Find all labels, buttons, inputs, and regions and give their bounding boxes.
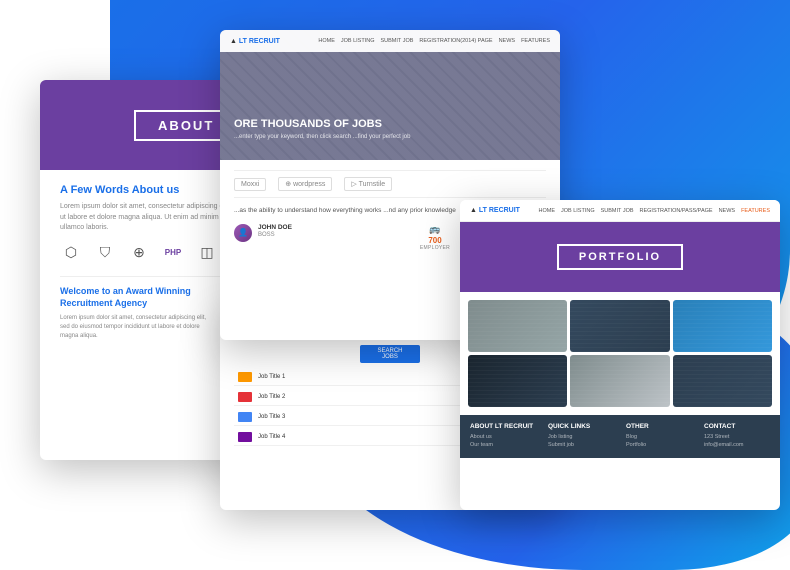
- job-logo-2: [238, 392, 252, 402]
- partner-turnstile: ▷ Turnstile: [344, 177, 392, 191]
- hero-nav-logo: ▲ LT RECRUIT: [230, 38, 280, 45]
- hero-stat-1: 🚌 700 EMPLOYER: [416, 224, 454, 251]
- footer-col-links: QUICK LINKS Job listing Submit job: [548, 423, 614, 450]
- partner-logos: Moxxi ⊕ wordpress ▷ Turnstile: [234, 170, 546, 198]
- search-jobs-button[interactable]: SEARCH JOBS: [360, 345, 420, 363]
- footer-contact-item-2: info@email.com: [704, 442, 770, 448]
- testimonial-role: BOSS: [258, 231, 292, 240]
- port-nav-submit[interactable]: SUBMIT JOB: [601, 208, 634, 214]
- hero-navbar: ▲ LT RECRUIT HOME JOB LISTING SUBMIT JOB…: [220, 30, 560, 52]
- portfolio-thumb-5[interactable]: [570, 355, 669, 407]
- hero-stat-1-num: 700: [416, 236, 454, 245]
- portfolio-logo-text: LT RECRUIT: [479, 207, 520, 214]
- wordpress-icon: ⊕: [128, 244, 150, 262]
- screenshots-container: ABOUT US A Few Words About us Lorem ipsu…: [0, 0, 790, 540]
- card-portfolio: ▲ LT RECRUIT HOME JOB LISTING SUBMIT JOB…: [460, 200, 780, 510]
- footer-other-item-1: Blog: [626, 434, 692, 440]
- portfolio-badge: PORTFOLIO: [557, 244, 683, 270]
- port-nav-reg[interactable]: REGISTRATION/PASS/PAGE: [640, 208, 713, 214]
- footer-contact-item-1: 123 Street: [704, 434, 770, 440]
- footer-links-item-1: Job listing: [548, 434, 614, 440]
- job-title-4: Job Title 4: [258, 434, 285, 440]
- job-title-3: Job Title 3: [258, 414, 285, 420]
- partner-wp: ⊕ wordpress: [278, 177, 332, 191]
- footer-col-other-title: OTHER: [626, 423, 692, 430]
- port-nav-features[interactable]: FEATURES: [741, 208, 770, 214]
- portfolio-thumb-2[interactable]: [570, 300, 669, 352]
- testimonial-content: JOHN DOE BOSS: [258, 224, 292, 240]
- hero-image: ▲ LT RECRUIT HOME JOB LISTING SUBMIT JOB…: [220, 30, 560, 160]
- hero-nav-links: HOME JOB LISTING SUBMIT JOB REGISTRATION…: [318, 38, 550, 44]
- css3-icon: ⬡: [60, 244, 82, 262]
- hero-subtitle: ...enter type your keyword, then click s…: [234, 134, 410, 140]
- partner-moxxi: Moxxi: [234, 178, 266, 191]
- portfolio-navbar: ▲ LT RECRUIT HOME JOB LISTING SUBMIT JOB…: [460, 200, 780, 222]
- award-desc: Lorem ipsum dolor sit amet, consectetur …: [60, 314, 210, 341]
- port-nav-news[interactable]: NEWS: [719, 208, 736, 214]
- job-logo-4: [238, 432, 252, 442]
- hero-content: ORE THOUSANDS OF JOBS ...enter type your…: [234, 118, 410, 140]
- footer-col-about: ABOUT LT RECRUIT About us Our team: [470, 423, 536, 450]
- port-nav-jobs[interactable]: JOB LISTING: [561, 208, 595, 214]
- instagram-icon: ◫: [196, 244, 218, 262]
- footer-other-item-2: Portfolio: [626, 442, 692, 448]
- job-title-1: Job Title 1: [258, 374, 285, 380]
- portfolio-thumb-6[interactable]: [673, 355, 772, 407]
- portfolio-thumb-3[interactable]: [673, 300, 772, 352]
- footer-col-other: OTHER Blog Portfolio: [626, 423, 692, 450]
- award-text: Welcome to an Award Winning Recruitment …: [60, 285, 210, 343]
- portfolio-grid: [460, 292, 780, 415]
- footer-links-item-2: Submit job: [548, 442, 614, 448]
- nav-features[interactable]: FEATURES: [521, 38, 550, 44]
- nav-jobs[interactable]: JOB LISTING: [341, 38, 375, 44]
- hero-stat-1-icon: 🚌: [416, 224, 454, 235]
- portfolio-footer: ABOUT LT RECRUIT About us Our team QUICK…: [460, 415, 780, 458]
- nav-news[interactable]: NEWS: [499, 38, 516, 44]
- portfolio-thumb-4[interactable]: [468, 355, 567, 407]
- award-title: Welcome to an Award Winning Recruitment …: [60, 285, 210, 310]
- portfolio-nav-logo: ▲ LT RECRUIT: [470, 207, 520, 214]
- shield-icon: ⛉: [94, 244, 116, 262]
- job-logo-3: [238, 412, 252, 422]
- footer-col-links-title: QUICK LINKS: [548, 423, 614, 430]
- hero-title: ORE THOUSANDS OF JOBS: [234, 118, 410, 130]
- portfolio-nav-links: HOME JOB LISTING SUBMIT JOB REGISTRATION…: [538, 208, 770, 214]
- php-icon: PHP: [162, 244, 184, 262]
- portfolio-thumb-1[interactable]: [468, 300, 567, 352]
- job-logo-1: [238, 372, 252, 382]
- portfolio-header: PORTFOLIO: [460, 222, 780, 292]
- hero-logo-text: LT RECRUIT: [239, 38, 280, 45]
- footer-col-about-title: ABOUT LT RECRUIT: [470, 423, 536, 430]
- nav-reg[interactable]: REGISTRATION(2014) PAGE: [419, 38, 492, 44]
- port-nav-home[interactable]: HOME: [538, 208, 555, 214]
- footer-about-item-1: About us: [470, 434, 536, 440]
- footer-about-item-2: Our team: [470, 442, 536, 448]
- footer-col-contact-title: CONTACT: [704, 423, 770, 430]
- nav-submit[interactable]: SUBMIT JOB: [381, 38, 414, 44]
- job-title-2: Job Title 2: [258, 394, 285, 400]
- testimonial-avatar: 👤: [234, 224, 252, 242]
- nav-home[interactable]: HOME: [318, 38, 335, 44]
- hero-stat-1-lbl: EMPLOYER: [416, 245, 454, 251]
- footer-col-contact: CONTACT 123 Street info@email.com: [704, 423, 770, 450]
- testimonial-name: JOHN DOE: [258, 224, 292, 231]
